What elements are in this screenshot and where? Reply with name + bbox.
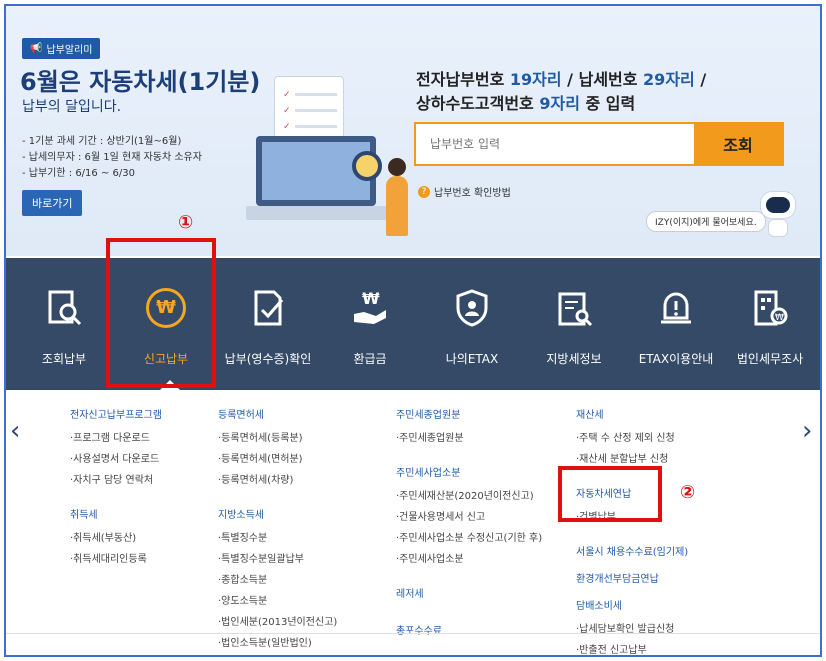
menu-category[interactable]: 취득세 <box>70 506 162 521</box>
nav-item-etax-guide[interactable]: ETAX이용안내 <box>630 258 722 390</box>
menu-item[interactable]: ·반출전 신고납부 <box>576 641 688 655</box>
menu-category[interactable]: 주민세사업소분 <box>396 464 542 479</box>
annotation-box-1 <box>106 238 216 388</box>
hero-title: 6월은 자동차세(1기분) <box>20 68 261 96</box>
person-illustration <box>386 158 408 236</box>
search-doc-icon <box>48 290 82 326</box>
info-line: - 납부기한 : 6/16 ~ 6/30 <box>22 168 135 179</box>
menu-item[interactable]: ·주민세사업소분 <box>396 550 542 565</box>
submenu-col-3: 주민세종업원분 ·주민세종업원분 주민세사업소분 ·주민세재산분(2020년이전… <box>396 406 542 645</box>
submenu-panel: 전자신고납부프로그램 ·프로그램 다운로드 ·사용설명서 다운로드 ·자치구 담… <box>6 390 820 655</box>
menu-item[interactable]: ·주민세재산분(2020년이전신고) <box>396 487 542 502</box>
lookup-button[interactable]: 조회 <box>694 124 782 164</box>
svg-text:₩: ₩ <box>775 313 784 323</box>
hero-info: - 1기분 과세 기간 : 상반기(1월~6월) - 납세의무자 : 6월 1일… <box>22 134 202 182</box>
submenu-col-1: 전자신고납부프로그램 ·프로그램 다운로드 ·사용설명서 다운로드 ·자치구 담… <box>70 406 162 571</box>
nav-label: 법인세무조사 <box>736 352 804 366</box>
notice-tag-label: 납부알리미 <box>46 45 93 56</box>
menu-item[interactable]: ·주택 수 산정 제외 신청 <box>576 429 688 444</box>
menu-item[interactable]: ·등록면허세(등록분) <box>218 429 337 444</box>
menu-item[interactable]: ·취득세(부동산) <box>70 529 162 544</box>
nav-label: 나의ETAX <box>445 352 499 366</box>
annotation-box-2 <box>558 466 662 522</box>
nav-item-local-tax-info[interactable]: 지방세정보 <box>528 258 620 390</box>
nav-label: 환급금 <box>353 352 387 366</box>
menu-category[interactable]: 지방소득세 <box>218 506 337 521</box>
menu-category[interactable]: 등록면허세 <box>218 406 337 421</box>
menu-item[interactable]: ·프로그램 다운로드 <box>70 429 162 444</box>
menu-item[interactable]: ·등록면허세(차량) <box>218 471 337 486</box>
menu-item[interactable]: ·등록면허세(면허분) <box>218 450 337 465</box>
menu-category[interactable]: 서울시 채용수수료(임기제) <box>576 543 688 558</box>
help-link[interactable]: ? 납부번호 확인방법 <box>418 184 511 199</box>
menu-item[interactable]: ·사용설명서 다운로드 <box>70 450 162 465</box>
annotation-number-2: ② <box>680 482 696 503</box>
menu-item[interactable]: ·주민세종업원분 <box>396 429 542 444</box>
menu-category[interactable]: 전자신고납부프로그램 <box>70 406 162 421</box>
menu-category[interactable]: 환경개선부담금연납 <box>576 570 688 585</box>
hero-subtitle: 납부의 달입니다. <box>22 99 122 115</box>
chevron-right-icon[interactable]: › <box>802 416 812 446</box>
submenu-col-4: 재산세 ·주택 수 산정 제외 신청 ·재산세 분할납부 신청 자동차세연납 ·… <box>576 406 688 655</box>
nav-item-corporate-audit[interactable]: ₩ 법인세무조사 <box>724 258 816 390</box>
menu-item[interactable]: ·법인세분(2013년이전신고) <box>218 613 337 628</box>
menu-item[interactable]: ·특별징수분 <box>218 529 337 544</box>
nav-item-refund[interactable]: ₩ 환급금 <box>324 258 416 390</box>
search-title: 전자납부번호 19자리 / 납세번호 29자리 / 상하수도고객번호 9자리 중… <box>416 70 707 113</box>
menu-item[interactable]: ·법인소득분(일반법인) <box>218 634 337 649</box>
info-line: - 1기분 과세 기간 : 상반기(1월~6월) <box>22 136 182 147</box>
doc-check-icon <box>254 290 284 326</box>
magnifier-illustration <box>352 151 382 181</box>
keyboard-illustration <box>246 206 396 220</box>
info-line: - 납세의무자 : 6월 1일 현재 자동차 소유자 <box>22 152 202 163</box>
nav-label: 지방세정보 <box>546 352 602 366</box>
menu-category[interactable]: 담배소비세 <box>576 597 688 612</box>
megaphone-icon: 📢 <box>30 43 43 54</box>
nav-item-receipt-check[interactable]: 납부(영수증)확인 <box>222 258 314 390</box>
izy-chat-bubble[interactable]: IZY(이지)에게 물어보세요. <box>646 211 766 232</box>
menu-item[interactable]: ·주민세사업소분 수정신고(기한 후) <box>396 529 542 544</box>
submenu-col-2: 등록면허세 ·등록면허세(등록분) ·등록면허세(면허분) ·등록면허세(차량)… <box>218 406 337 655</box>
refund-hand-icon: ₩ <box>354 289 386 324</box>
menu-category[interactable]: 재산세 <box>576 406 688 421</box>
notice-tag: 📢 납부알리미 <box>22 38 101 59</box>
menu-item[interactable]: ·자치구 담당 연락처 <box>70 471 162 486</box>
building-won-icon: ₩ <box>754 290 788 326</box>
menu-item[interactable]: ·건물사용명세서 신고 <box>396 508 542 523</box>
annotation-number-1: ① <box>178 212 194 233</box>
help-link-label: 납부번호 확인방법 <box>434 188 511 199</box>
search-box: 조회 <box>414 122 784 166</box>
hero-banner: 📢 납부알리미 6월은 자동차세(1기분) 납부의 달입니다. - 1기분 과세… <box>6 6 820 256</box>
menu-item[interactable]: ·특별징수분일괄납부 <box>218 550 337 565</box>
menu-category[interactable]: 주민세종업원분 <box>396 406 542 421</box>
user-shield-icon <box>456 289 488 327</box>
nav-item-lookup[interactable]: 조회납부 <box>18 258 110 390</box>
payment-number-input[interactable] <box>416 124 694 164</box>
alert-bell-icon <box>661 292 691 324</box>
menu-category[interactable]: 총포수수료 <box>396 622 542 637</box>
question-icon: ? <box>418 185 430 198</box>
svg-text:₩: ₩ <box>362 289 380 308</box>
tax-illustration: ✓ ✓ ✓ <box>246 76 436 236</box>
nav-item-my-etax[interactable]: 나의ETAX <box>426 258 518 390</box>
menu-item[interactable]: ·재산세 분할납부 신청 <box>576 450 688 465</box>
nav-label: 조회납부 <box>41 352 87 366</box>
go-button[interactable]: 바로가기 <box>22 190 83 216</box>
divider <box>6 633 820 634</box>
menu-item[interactable]: ·양도소득분 <box>218 592 337 607</box>
robot-icon[interactable] <box>758 191 798 239</box>
nav-label: 납부(영수증)확인 <box>224 352 312 366</box>
menu-category[interactable]: 레저세 <box>396 585 542 600</box>
menu-item[interactable]: ·취득세대리인등록 <box>70 550 162 565</box>
calendar-search-icon <box>558 292 593 327</box>
chevron-left-icon[interactable]: ‹ <box>10 416 20 446</box>
menu-item[interactable]: ·종합소득분 <box>218 571 337 586</box>
